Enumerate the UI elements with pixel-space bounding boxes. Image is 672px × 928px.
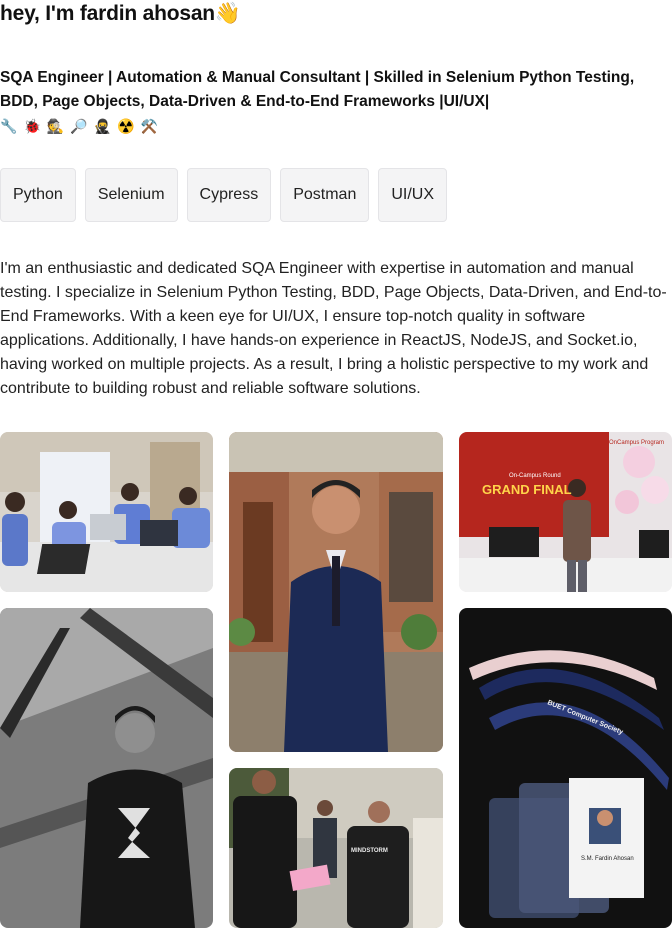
skill-tag-python[interactable]: Python	[0, 168, 76, 222]
ninja-icon: 🥷	[93, 118, 112, 134]
skill-tag-cypress[interactable]: Cypress	[186, 168, 272, 222]
wrench-icon: 🔧	[0, 118, 18, 134]
name-text: hey, I'm fardin ahosan	[0, 2, 215, 25]
bug-icon: 🐞	[23, 118, 41, 134]
radioactive-icon: ☢️	[117, 118, 135, 134]
headline: SQA Engineer | Automation & Manual Consu…	[0, 69, 635, 110]
emoji-row: 🔧 🐞 🕵️ 🔎 🥷 ☢️ ⚒️	[0, 116, 158, 136]
magnifier-icon: 🔎	[70, 118, 88, 134]
banner-title: GRAND FINAL	[482, 482, 572, 497]
page-title: hey, I'm fardin ahosan👋	[0, 2, 241, 26]
photo-team-laptops[interactable]	[0, 432, 213, 592]
skill-tag-uiux[interactable]: UI/UX	[378, 168, 448, 222]
skill-tag-postman[interactable]: Postman	[280, 168, 370, 222]
id-card-name: S.M. Fardin Ahosan	[581, 856, 634, 862]
wave-icon: 👋	[214, 2, 241, 25]
skill-tag-selenium[interactable]: Selenium	[84, 168, 178, 222]
jacket-text: MINDSTORM	[351, 848, 388, 854]
banner-program: OnCampus Program	[609, 440, 664, 446]
photo-grand-final[interactable]: GRAND FINAL On-Campus Round OnCampus Pro…	[459, 432, 672, 592]
photo-lanyards[interactable]: S.M. Fardin Ahosan BUET Computer Society	[459, 608, 672, 928]
photo-event-group[interactable]: MINDSTORM	[229, 768, 443, 928]
hammer-pick-icon: ⚒️	[140, 118, 159, 134]
photo-portrait-suit[interactable]	[229, 432, 443, 752]
photo-bw-portrait[interactable]	[0, 608, 213, 928]
skill-tags: Python Selenium Cypress Postman UI/UX	[0, 168, 448, 222]
detective-icon: 🕵️	[46, 118, 65, 134]
about-paragraph: I'm an enthusiastic and dedicated SQA En…	[0, 260, 667, 397]
banner-subtitle: On-Campus Round	[509, 473, 561, 479]
